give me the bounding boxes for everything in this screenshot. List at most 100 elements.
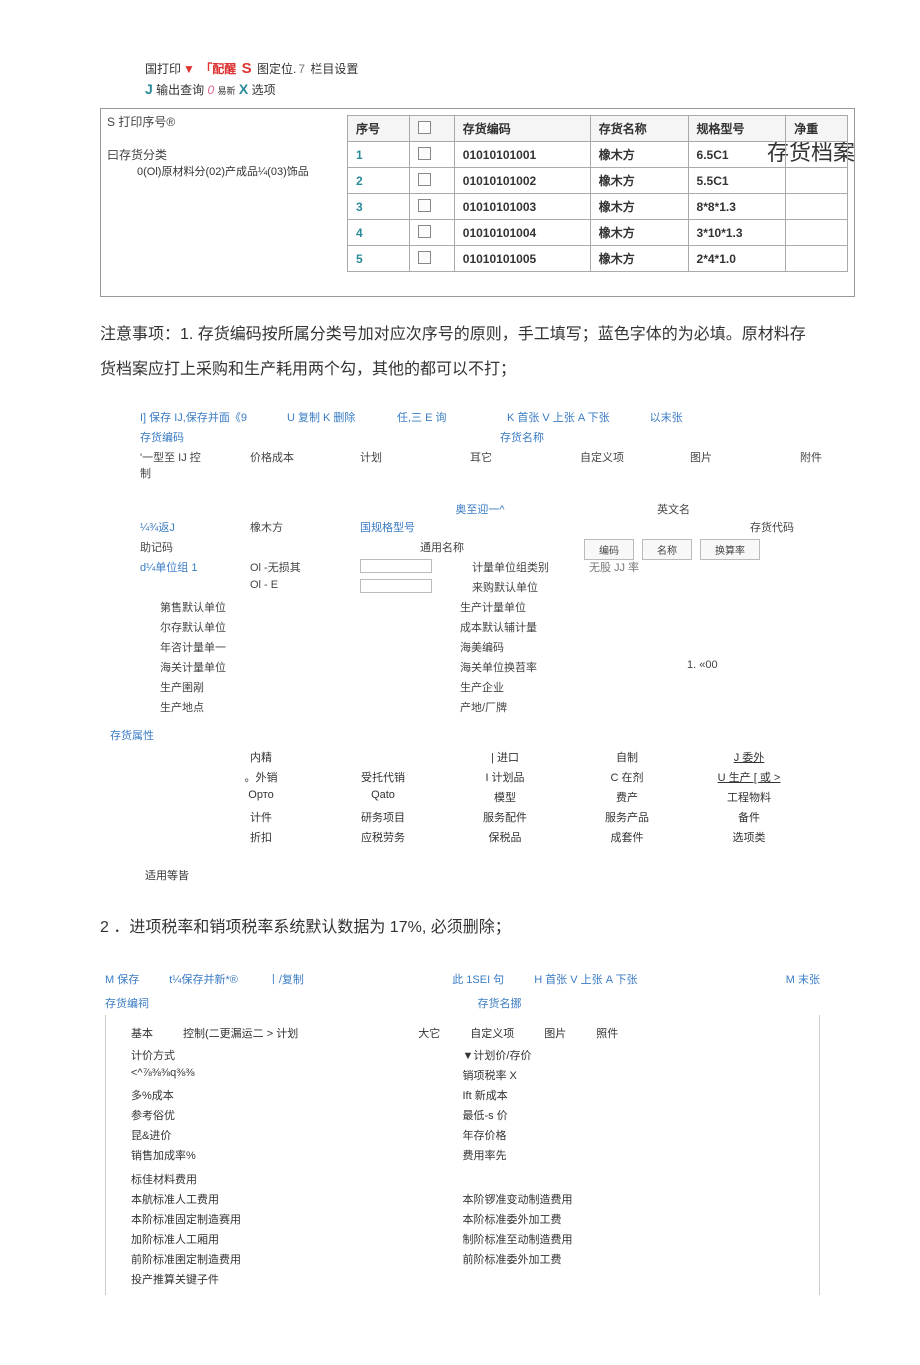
t1d: S (242, 60, 252, 77)
attr-cell[interactable]: | 进口 (444, 749, 566, 765)
f2-t1[interactable]: t¼保存并新*® (169, 971, 238, 987)
f1-ren[interactable]: 任,三 E 询 (397, 409, 467, 425)
cell-code: 01010101004 (454, 220, 590, 246)
table-row[interactable]: 5 01010101005 橡木方 2*4*1.0 (348, 246, 848, 272)
cell-check (409, 246, 454, 272)
attr-cell[interactable]: U 生产 [ 或 > (688, 769, 810, 785)
row-checkbox[interactable] (418, 147, 431, 160)
cell-name: 橡木方 (590, 142, 688, 168)
attr-cell[interactable]: 服务配件 (444, 809, 566, 825)
tong: 通用名称 (420, 539, 490, 555)
attr-cell[interactable]: I 计划品 (444, 769, 566, 785)
u2r: 来购默认单位 (472, 579, 542, 595)
f2tab3[interactable]: 自定义项 (470, 1025, 514, 1041)
f2-t5[interactable]: M 末张 (786, 971, 820, 987)
row-checkbox[interactable] (418, 251, 431, 264)
tab0[interactable]: '一型至 IJ 控制 (140, 449, 210, 481)
form2-row: 本阶标准固定制造赛用本阶标准委外加工费 (131, 1209, 794, 1229)
tab3[interactable]: 耳它 (470, 449, 540, 481)
f2-label-left: 前阶标准圉定制造费用 (131, 1251, 463, 1267)
cell-seq: 1 (348, 142, 410, 168)
tab5[interactable]: 图片 (690, 449, 760, 481)
attr-cell[interactable]: 受托代销 (322, 769, 444, 785)
attr-cell[interactable]: 工程物料 (688, 789, 810, 805)
f2tab2[interactable]: 大它 (418, 1025, 440, 1041)
attr-cell[interactable]: 。外销 (200, 769, 322, 785)
row-checkbox[interactable] (418, 173, 431, 186)
f1-last[interactable]: 以末张 (650, 409, 720, 425)
attr-cell[interactable]: 自制 (566, 749, 688, 765)
f2tab1[interactable]: 控制(二更漏运二 > 计划 (183, 1025, 298, 1041)
t1g[interactable]: 栏目设置 (310, 62, 358, 76)
attr-cell[interactable]: 成套件 (566, 829, 688, 845)
f1-copy[interactable]: U 复制 K 删除 (287, 409, 357, 425)
table-row[interactable]: 1 01010101001 橡木方 6.5C1 (348, 142, 848, 168)
center-link[interactable]: 奥至迎一^ (140, 501, 820, 517)
form-label-right: 成本默认辅计量 (460, 619, 537, 635)
f2tab4[interactable]: 图片 (544, 1025, 566, 1041)
attr-cell[interactable]: 应税劳务 (322, 829, 444, 845)
attr-cell[interactable] (322, 749, 444, 765)
attr-cell[interactable]: J 委外 (688, 749, 810, 765)
tab4[interactable]: 自定义项 (580, 449, 650, 481)
attr-cell[interactable]: C 在剂 (566, 769, 688, 785)
f2-t4[interactable]: H 首张 V 上张 A 下张 (534, 971, 637, 987)
attr-cell[interactable]: 研务项目 (322, 809, 444, 825)
tree-child[interactable]: 0(Ol)原材料分(02)产成品¼(03)饰品 (107, 163, 342, 179)
th-spec: 规格型号 (688, 116, 786, 142)
header-checkbox[interactable] (418, 121, 431, 134)
attr-cell[interactable]: 保税品 (444, 829, 566, 845)
th-check (409, 116, 454, 142)
tab1[interactable]: 价格成本 (250, 449, 320, 481)
f2tab0[interactable]: 基本 (131, 1025, 153, 1041)
f1-nav[interactable]: K 首张 V 上张 A 下张 (507, 409, 610, 425)
main-panel: S 打印序号® 曰存货分类 0(Ol)原材料分(02)产成品¼(03)饰品 序号… (100, 108, 855, 297)
dropdown-icon[interactable]: ▼ (183, 62, 195, 76)
attr-cell[interactable]: Орто (200, 789, 322, 805)
attr-cell[interactable]: 内精 (200, 749, 322, 765)
form-label-right: 产地/厂牌 (460, 699, 530, 715)
cell-code: 01010101003 (454, 194, 590, 220)
f2-label-left: 销售加成率% (131, 1147, 463, 1163)
print-label[interactable]: 国打印 (145, 62, 181, 76)
f1-save[interactable]: I] 保存 IJ,保存并面《9 (140, 409, 247, 425)
print-seq: S 打印序号® (107, 113, 342, 130)
f2tab5[interactable]: 照件 (596, 1025, 618, 1041)
form2-row: 本航标准人工费用本阶锣准变动制造费用 (131, 1189, 794, 1209)
th-weight: 净重 (786, 116, 848, 142)
t1e[interactable]: 图定位. (257, 62, 296, 76)
unit-box-icon-2[interactable] (360, 579, 432, 593)
f2-t3[interactable]: 此 1SEI 句 (452, 971, 504, 987)
cell-spec: 3*10*1.3 (688, 220, 786, 246)
f2-t0[interactable]: M 保存 (105, 971, 139, 987)
attr-cell[interactable]: 模型 (444, 789, 566, 805)
tree-root[interactable]: 曰存货分类 (107, 146, 342, 163)
f2-t2[interactable]: 丨/复制 (268, 971, 304, 987)
unit-box-icon[interactable] (360, 559, 432, 573)
attr-cell[interactable]: Qato (322, 789, 444, 805)
attr-cell[interactable]: 计件 (200, 809, 322, 825)
form-value (680, 699, 750, 715)
form-label-left: 年咨计量单一 (140, 639, 230, 655)
attr-cell[interactable]: 备件 (688, 809, 810, 825)
table-row[interactable]: 3 01010101003 橡木方 8*8*1.3 (348, 194, 848, 220)
attr-cell[interactable]: 折扣 (200, 829, 322, 845)
table-row[interactable]: 4 01010101004 橡木方 3*10*1.3 (348, 220, 848, 246)
form2-row: 参考俗优最低-s 价 (131, 1105, 794, 1125)
l1: ¼¾返J (140, 519, 210, 535)
cell-check (409, 194, 454, 220)
tab2[interactable]: 计划 (360, 449, 430, 481)
attr-cell[interactable]: 费产 (566, 789, 688, 805)
attr-cell[interactable]: 服务产品 (566, 809, 688, 825)
u1r2: 无股 JJ 率 (589, 559, 659, 575)
t2f[interactable]: 选项 (252, 83, 276, 97)
attr-cell[interactable]: 选项类 (688, 829, 810, 845)
tab6[interactable]: 附件 (800, 449, 870, 481)
row-checkbox[interactable] (418, 199, 431, 212)
table-row[interactable]: 2 01010101002 橡木方 5.5C1 (348, 168, 848, 194)
form-label-right: 生产计量单位 (460, 599, 530, 615)
row-checkbox[interactable] (418, 225, 431, 238)
u2: Ol - E (250, 579, 320, 595)
form2-row: 销售加成率%费用率先 (131, 1145, 794, 1165)
t2b[interactable]: 输出查询 (156, 83, 204, 97)
